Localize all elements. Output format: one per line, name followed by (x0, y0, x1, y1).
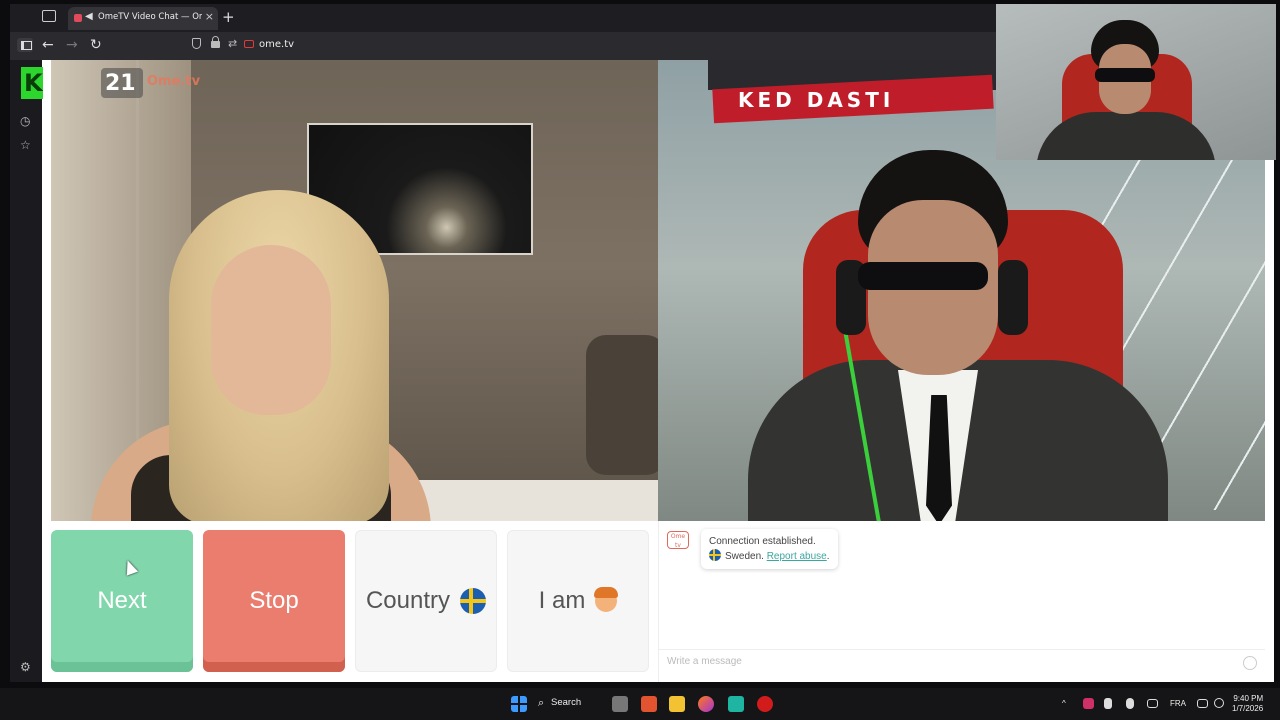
windows-taskbar: ⌕ Search ^ FRA 9:40 PM 1/7/2026 (0, 688, 1280, 720)
bookmarks-icon[interactable]: ☆ (20, 138, 31, 152)
system-message: Connection established. Sweden. Report a… (701, 529, 838, 569)
firefox-icon[interactable] (698, 696, 714, 712)
tab-title: OmeTV Video Chat — Ome (98, 12, 202, 22)
chat-panel: Ome tv Connection established. Sweden. R… (658, 521, 1266, 682)
stranger-face (211, 245, 331, 415)
browser-sidebar: ◷ ☆ ⚙ (10, 60, 42, 682)
lock-icon[interactable] (211, 36, 220, 48)
partner-country: Sweden. Report abuse. (709, 549, 830, 564)
tray-device-icon[interactable] (1104, 698, 1112, 709)
streamer-webcam-overlay (996, 4, 1276, 160)
browser-nav-bar: ← → ↻ ⇄ ome.tv (10, 32, 996, 60)
connection-status: Connection established. (709, 536, 816, 547)
kick-logo-icon (21, 67, 43, 99)
search-icon[interactable]: ⌕ (538, 696, 544, 710)
clock-time: 9:40 PM (1233, 694, 1264, 703)
tab-ometv[interactable]: ◀ OmeTV Video Chat — Ome × (68, 7, 218, 30)
next-button[interactable]: Next (51, 530, 193, 672)
sidebar-settings-icon[interactable]: ⚙ (20, 660, 31, 674)
ometv-favicon-icon (74, 14, 82, 22)
sweden-flag-icon (709, 549, 721, 561)
brave-browser-icon[interactable] (641, 696, 657, 712)
reload-button[interactable]: ↻ (90, 37, 102, 53)
webcam-sunglasses (1095, 68, 1155, 82)
channel-number: 21 (105, 71, 136, 96)
address-bar[interactable]: ome.tv (259, 39, 294, 50)
boy-face-icon (594, 587, 619, 612)
gender-button[interactable]: I am (507, 530, 649, 672)
report-abuse-link[interactable]: Report abuse (767, 551, 827, 562)
iam-label: I am (538, 587, 586, 614)
armchair (586, 335, 658, 475)
camera-sharing-icon[interactable] (244, 40, 254, 48)
country-button[interactable]: Country (355, 530, 497, 672)
ometv-watermark: Ome.tv (147, 74, 201, 89)
forward-button[interactable]: → (66, 37, 78, 53)
new-tab-button[interactable]: + (222, 8, 235, 26)
sidebar-toggle-icon[interactable] (17, 38, 33, 52)
network-icon[interactable] (1197, 699, 1208, 708)
app-icon[interactable] (728, 696, 744, 712)
stop-button[interactable]: Stop (203, 530, 345, 672)
permissions-icon[interactable]: ⇄ (228, 37, 237, 50)
microphone-icon[interactable] (1126, 698, 1134, 709)
file-explorer-icon[interactable] (669, 696, 685, 712)
emoji-icon[interactable] (1243, 656, 1257, 670)
headphone-right (998, 260, 1028, 335)
next-label: Next (97, 587, 147, 614)
message-placeholder: Write a message (667, 656, 742, 667)
back-button[interactable]: ← (42, 37, 54, 53)
report-suffix: . (826, 551, 830, 562)
stop-label: Stop (249, 587, 299, 614)
history-icon[interactable]: ◷ (20, 114, 30, 128)
task-view-icon[interactable] (612, 696, 628, 712)
tray-app-icon[interactable] (1083, 698, 1094, 709)
browser-tab-bar: ◀ OmeTV Video Chat — Ome × + (10, 4, 996, 32)
obs-record-icon[interactable] (757, 696, 773, 712)
message-input[interactable]: Write a message (659, 649, 1265, 677)
volume-icon[interactable] (1214, 698, 1224, 708)
tab-list-icon[interactable] (42, 10, 56, 22)
keyboard-icon[interactable] (1147, 699, 1158, 708)
scarf-text: KED DASTI (738, 88, 895, 112)
windows-start-icon[interactable] (511, 696, 527, 712)
tracking-shield-icon[interactable] (192, 38, 201, 49)
tray-expand-icon[interactable]: ^ (1062, 699, 1066, 708)
system-clock[interactable]: 9:40 PM 1/7/2026 (1232, 694, 1263, 714)
language-indicator[interactable]: FRA (1170, 699, 1186, 708)
taskbar-search[interactable]: Search (551, 697, 581, 708)
sunglasses (858, 262, 988, 290)
stranger-video: 21 Ome.tv (51, 60, 658, 521)
country-name: Sweden. (725, 551, 764, 562)
clock-date: 1/7/2026 (1232, 704, 1264, 713)
sweden-flag-icon (460, 588, 487, 614)
tab-close-icon[interactable]: × (205, 10, 214, 23)
speaker-icon[interactable]: ◀ (85, 11, 93, 22)
country-label: Country (365, 587, 451, 614)
ometv-chat-logo-icon: Ome tv (667, 531, 689, 549)
